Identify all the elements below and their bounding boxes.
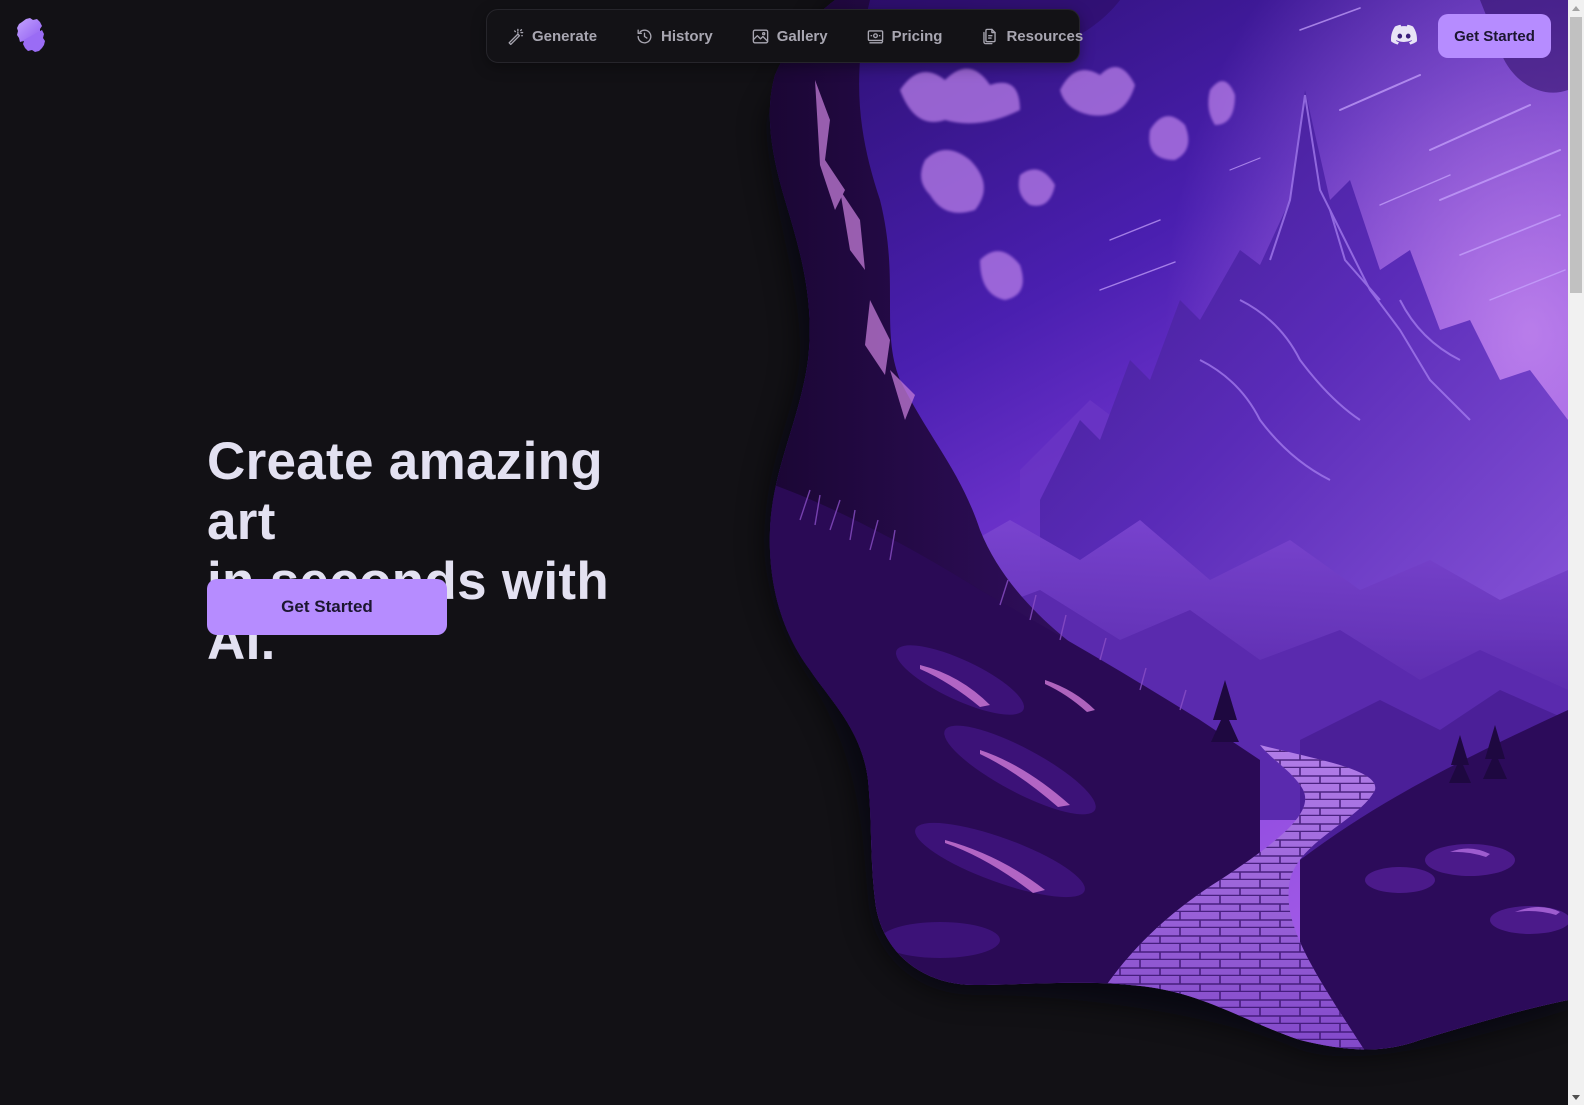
logo[interactable]: [16, 16, 46, 56]
scroll-down-arrow-icon[interactable]: [1568, 1089, 1584, 1105]
discord-icon: [1391, 24, 1417, 45]
image-icon: [752, 28, 769, 44]
nav-item-pricing[interactable]: Pricing: [866, 18, 943, 54]
main-nav: Generate History Gallery Pricing Resourc…: [486, 9, 1083, 63]
logo-icon: [17, 18, 45, 52]
documents-icon: [983, 28, 997, 44]
nav-item-label: Pricing: [891, 27, 943, 45]
nav-item-gallery[interactable]: Gallery: [751, 18, 828, 54]
banknote-icon: [867, 29, 883, 44]
nav-item-label: Generate: [532, 27, 598, 45]
history-icon: [637, 28, 652, 44]
hero-get-started-button[interactable]: Get Started: [207, 579, 447, 635]
hero-headline-line-1: Create amazing art: [207, 432, 603, 551]
nav-item-label: Resources: [1006, 27, 1084, 45]
scroll-thumb[interactable]: [1570, 17, 1582, 293]
scroll-up-arrow-icon[interactable]: [1568, 0, 1584, 16]
nav-item-label: History: [661, 27, 713, 45]
nav-item-resources[interactable]: Resources: [980, 18, 1083, 54]
nav-item-generate[interactable]: Generate: [506, 18, 597, 54]
nav-item-label: Gallery: [776, 27, 828, 45]
magic-wand-icon: [508, 28, 524, 45]
hero-headline: Create amazing art in seconds with AI.: [207, 432, 677, 672]
discord-link[interactable]: [1391, 24, 1417, 45]
header-get-started-button[interactable]: Get Started: [1438, 14, 1551, 58]
nav-item-history[interactable]: History: [635, 18, 713, 54]
page-scrollbar[interactable]: [1568, 0, 1584, 1105]
